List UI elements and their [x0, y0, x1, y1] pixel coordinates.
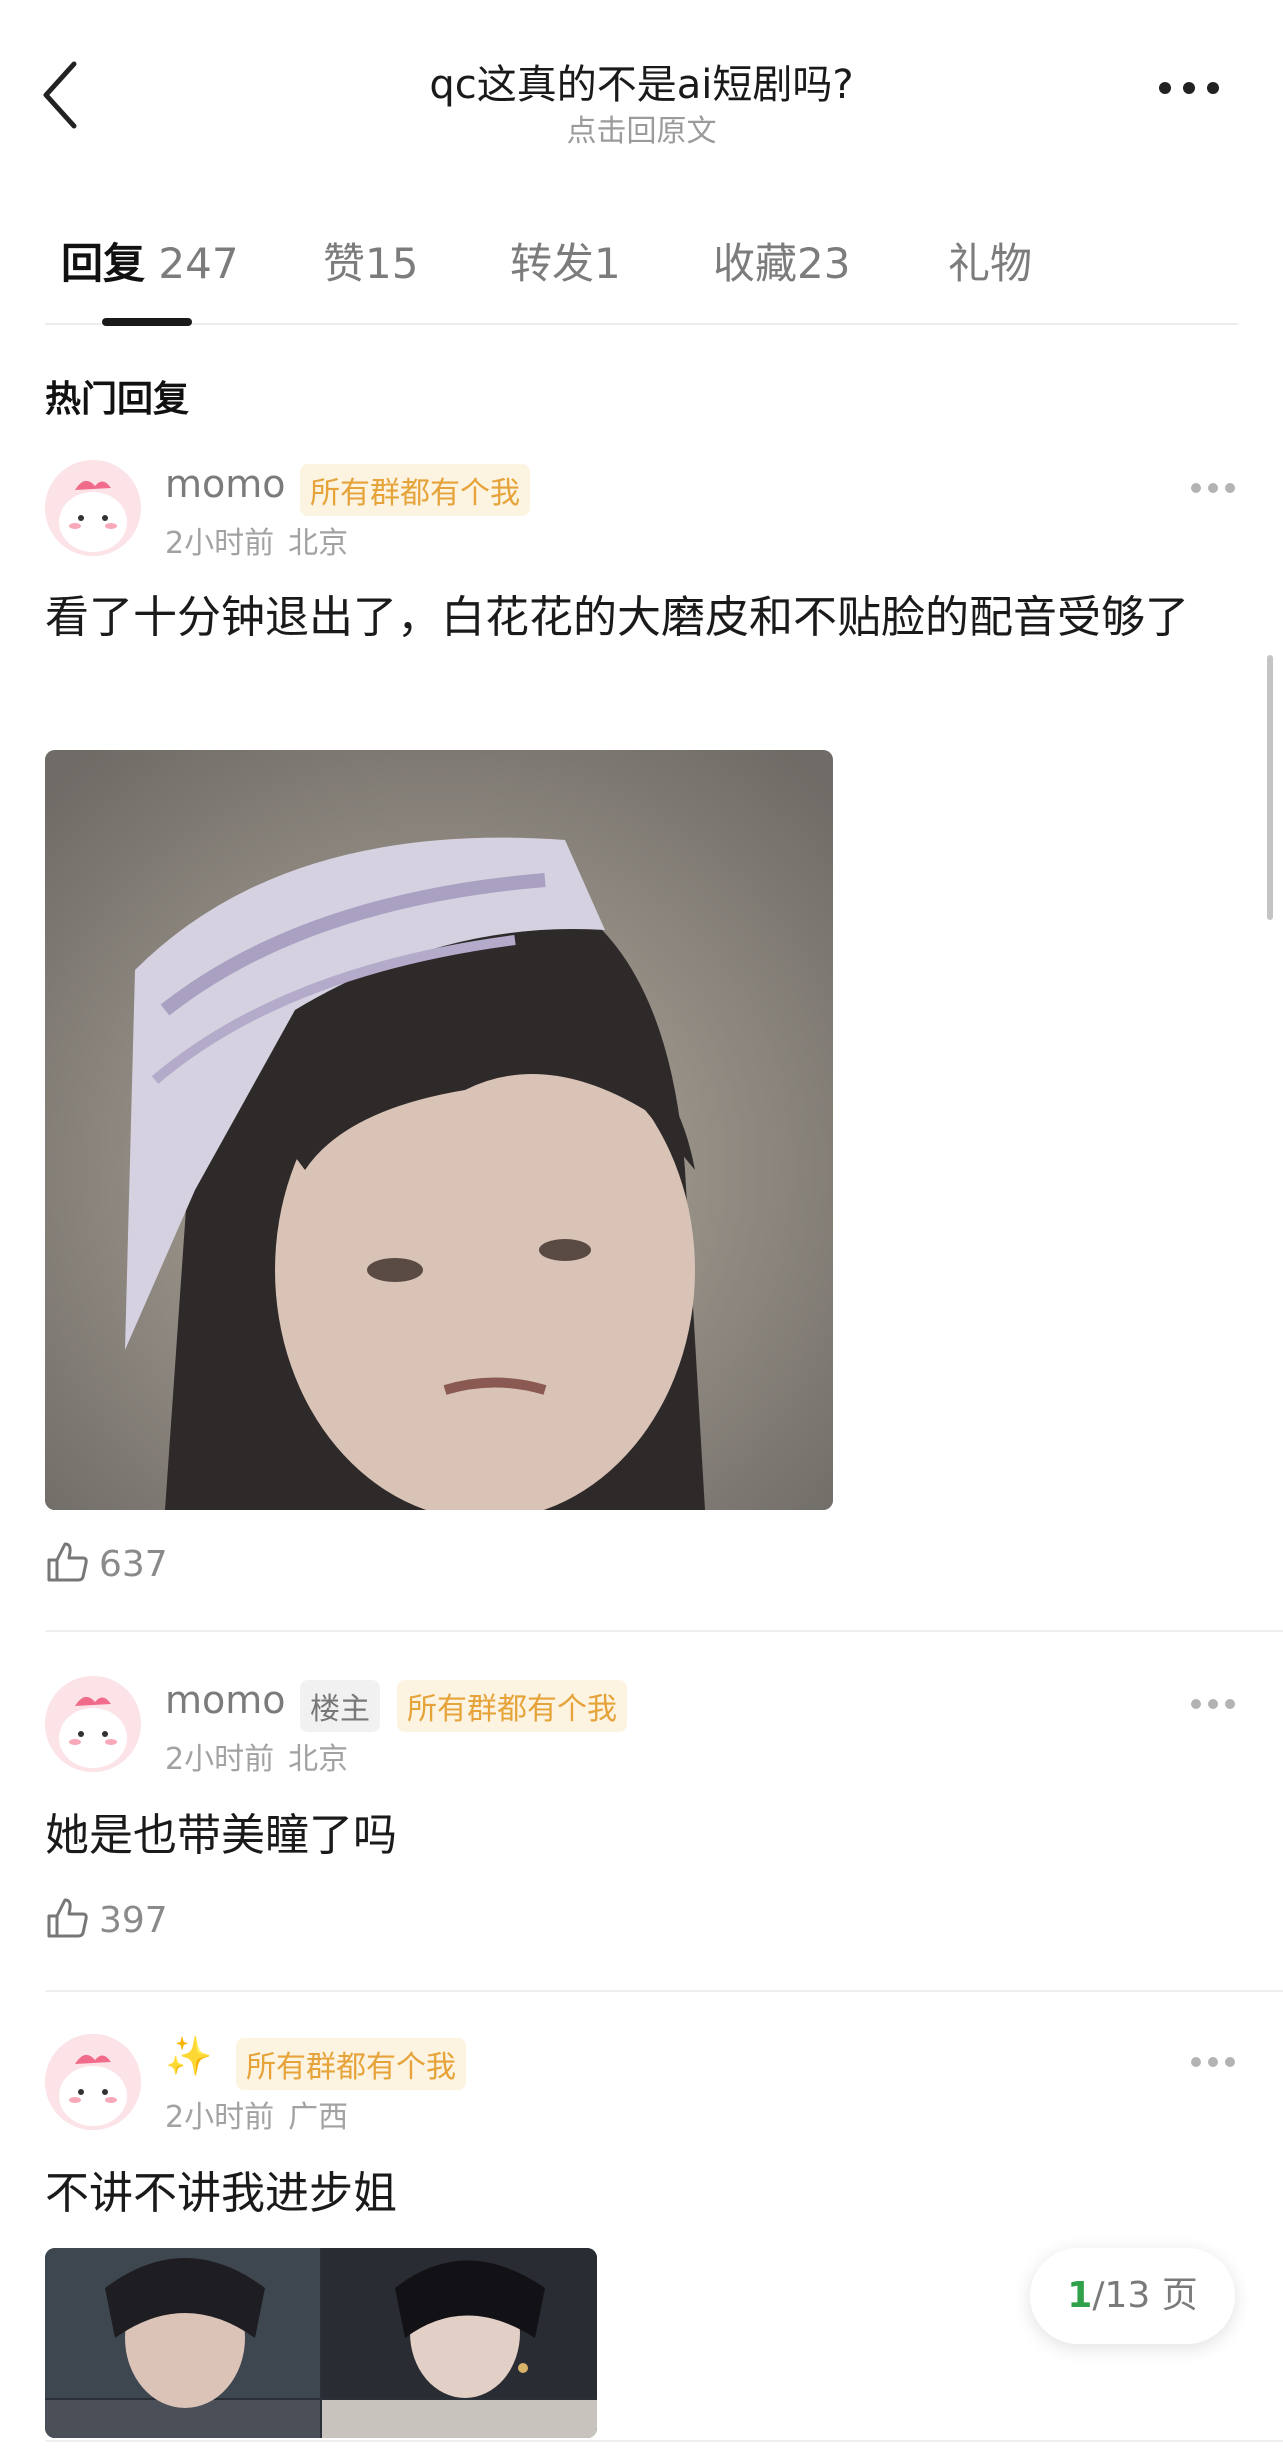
avatar[interactable]: [45, 1676, 141, 1772]
comment-more-icon[interactable]: [1188, 1696, 1238, 1716]
tab-likes[interactable]: 赞15: [323, 230, 418, 291]
tab-count: 1: [594, 239, 621, 288]
divider: [45, 2440, 1283, 2442]
more-options-icon[interactable]: [1149, 78, 1229, 118]
comment-location: 北京: [288, 1742, 349, 1777]
avatar[interactable]: [45, 460, 141, 556]
comment-image-grid[interactable]: [45, 2248, 597, 2438]
comment-meta: 2小时前 北京: [165, 518, 348, 562]
active-tab-indicator: [102, 318, 192, 326]
comment-meta: 2小时前 北京: [165, 1734, 348, 1778]
fan-group-badge[interactable]: 所有群都有个我: [300, 464, 530, 516]
comment-location: 北京: [288, 526, 349, 561]
username[interactable]: ✨: [165, 2034, 212, 2079]
like-count: 637: [99, 1544, 168, 1585]
divider: [45, 1630, 1283, 1632]
back-to-original-link[interactable]: 点击回原文: [0, 106, 1283, 150]
comment-time: 2小时前: [165, 1742, 275, 1777]
tab-bar: 回复 247 赞15 转发1 收藏23 礼物: [45, 230, 1238, 326]
avatar[interactable]: [45, 2034, 141, 2130]
tab-count: 247: [158, 239, 239, 288]
top-bar: qc这真的不是ai短剧吗? 点击回原文: [0, 0, 1283, 190]
tab-favorites[interactable]: 收藏23: [713, 230, 850, 291]
comment-text: 她是也带美瞳了吗: [45, 1810, 397, 1861]
post-title[interactable]: qc这真的不是ai短剧吗?: [0, 52, 1283, 110]
thumbs-up-icon: [47, 1542, 88, 1582]
fan-group-badge[interactable]: 所有群都有个我: [397, 1680, 627, 1732]
username[interactable]: momo: [165, 1678, 286, 1722]
comment-location: 广西: [288, 2100, 349, 2135]
total-pages: /13 页: [1092, 2275, 1198, 2316]
like-count: 397: [99, 1900, 168, 1941]
tab-replies[interactable]: 回复 247: [61, 230, 239, 291]
like-button[interactable]: 637: [45, 1540, 168, 1590]
section-title: 热门回复: [45, 379, 190, 420]
comment-time: 2小时前: [165, 526, 275, 561]
op-badge: 楼主: [300, 1680, 380, 1732]
comment-more-icon[interactable]: [1188, 2054, 1238, 2074]
tab-reposts[interactable]: 转发1: [510, 230, 621, 291]
comment-image[interactable]: [45, 750, 833, 1510]
like-button[interactable]: 397: [45, 1896, 168, 1946]
comment-more-icon[interactable]: [1188, 480, 1238, 500]
comment-time: 2小时前: [165, 2100, 275, 2135]
thumbs-up-icon: [47, 1898, 88, 1938]
divider: [45, 1990, 1283, 1992]
username[interactable]: momo: [165, 462, 286, 506]
fan-group-badge[interactable]: 所有群都有个我: [236, 2038, 466, 2090]
scrollbar[interactable]: [1267, 655, 1273, 920]
tab-count: 15: [365, 239, 419, 288]
comment-text: 看了十分钟退出了，白花花的大磨皮和不贴脸的配音受够了: [45, 592, 1189, 643]
comment-text: 不讲不讲我进步姐: [45, 2168, 397, 2219]
page-indicator[interactable]: 1/13 页: [1030, 2248, 1235, 2344]
comment-meta: 2小时前 广西: [165, 2092, 348, 2136]
tab-gifts[interactable]: 礼物: [948, 230, 1032, 291]
current-page: 1: [1067, 2275, 1093, 2316]
tab-count: 23: [797, 239, 851, 288]
